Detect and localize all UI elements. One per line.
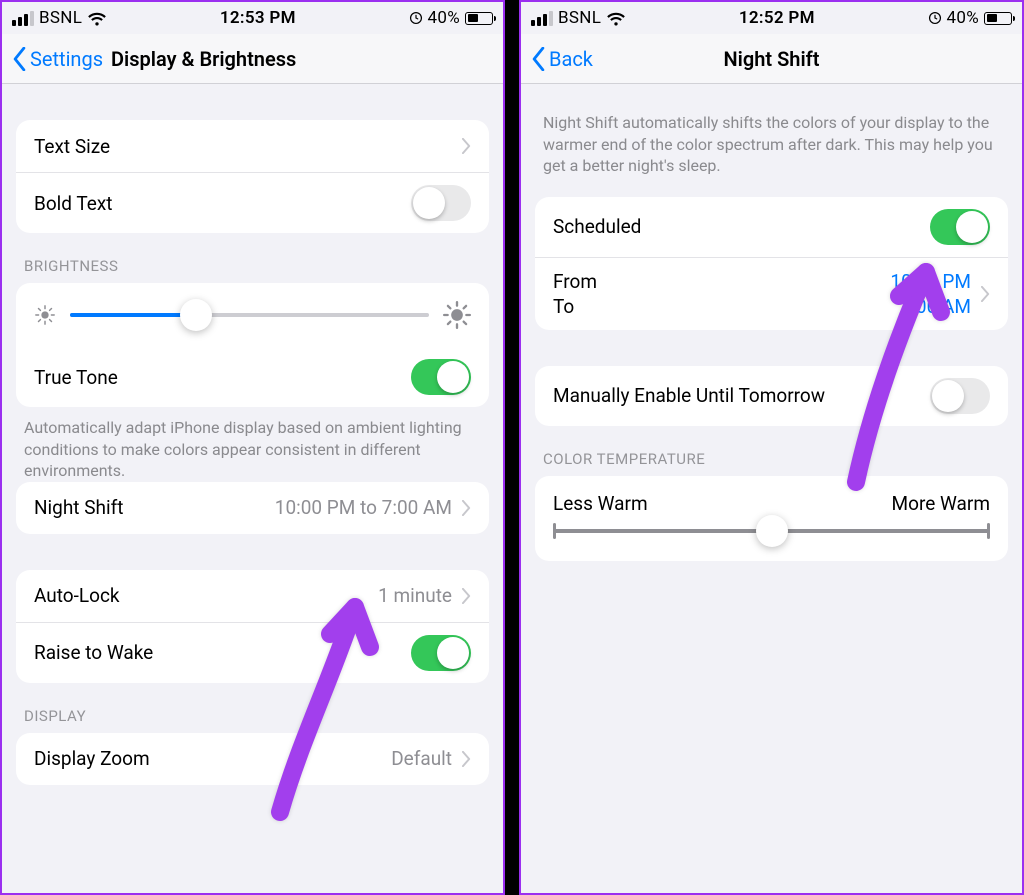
row-true-tone: True Tone	[16, 347, 489, 407]
row-bold-text: Bold Text	[16, 172, 489, 233]
row-scheduled: Scheduled	[535, 197, 1008, 257]
brightness-slider-row	[16, 283, 489, 347]
row-label: Night Shift	[34, 496, 275, 519]
row-auto-lock[interactable]: Auto-Lock 1 minute	[16, 570, 489, 622]
row-label: Text Size	[34, 135, 452, 158]
nav-bar: Back Night Shift	[521, 34, 1022, 84]
section-header-color-temp: COLOR TEMPERATURE	[521, 426, 1022, 476]
row-label: Scheduled	[553, 215, 930, 238]
section-header-brightness: BRIGHTNESS	[2, 233, 503, 283]
nav-title: Night Shift	[521, 47, 1022, 71]
row-night-shift[interactable]: Night Shift 10:00 PM to 7:00 AM	[16, 482, 489, 534]
to-value: 7:00 AM	[901, 295, 971, 318]
row-value: Default	[391, 747, 452, 770]
color-temperature-row: Less Warm More Warm	[535, 476, 1008, 561]
sun-large-icon	[443, 301, 471, 329]
sun-small-icon	[34, 304, 56, 326]
row-text-size[interactable]: Text Size	[16, 120, 489, 172]
row-label: Raise to Wake	[34, 641, 411, 664]
screenshot-night-shift: BSNL 12:52 PM 40% Back Night Shift Night…	[519, 0, 1024, 895]
chevron-right-icon	[462, 500, 471, 516]
to-label: To	[553, 295, 574, 318]
battery-pct: 40%	[428, 8, 460, 28]
from-label: From	[553, 270, 597, 293]
chevron-left-icon	[12, 47, 27, 71]
carrier-label: BSNL	[558, 8, 601, 28]
section-footer-true-tone: Automatically adapt iPhone display based…	[2, 407, 503, 482]
rotation-lock-icon	[928, 11, 942, 25]
row-manual-enable: Manually Enable Until Tomorrow	[535, 366, 1008, 426]
back-label: Settings	[30, 47, 103, 71]
signal-bars-icon	[12, 11, 34, 26]
section-header-display: DISPLAY	[2, 683, 503, 733]
from-value: 10:00 PM	[890, 270, 971, 293]
status-clock: 12:52 PM	[739, 8, 815, 28]
carrier-label: BSNL	[39, 8, 82, 28]
chevron-left-icon	[531, 47, 546, 71]
row-label: Display Zoom	[34, 747, 391, 770]
scheduled-switch[interactable]	[930, 209, 990, 245]
row-label: Manually Enable Until Tomorrow	[553, 384, 930, 407]
status-clock: 12:53 PM	[220, 8, 296, 28]
row-raise-to-wake: Raise to Wake	[16, 622, 489, 683]
settings-scroll[interactable]: Text Size Bold Text BRIGHTNESS True Tone	[2, 120, 503, 815]
row-label: Bold Text	[34, 192, 411, 215]
back-label: Back	[549, 47, 593, 71]
row-value: 10:00 PM to 7:00 AM	[275, 496, 452, 519]
status-bar: BSNL 12:53 PM 40%	[2, 2, 503, 34]
battery-pct: 40%	[947, 8, 979, 28]
raise-to-wake-switch[interactable]	[411, 635, 471, 671]
row-label: Auto-Lock	[34, 584, 378, 607]
rotation-lock-icon	[409, 11, 423, 25]
bold-text-switch[interactable]	[411, 185, 471, 221]
back-button[interactable]: Back	[531, 47, 593, 71]
less-warm-label: Less Warm	[553, 492, 648, 515]
row-label: True Tone	[34, 366, 411, 389]
battery-icon	[984, 12, 1012, 25]
row-value: 1 minute	[378, 584, 452, 607]
more-warm-label: More Warm	[892, 492, 990, 515]
brightness-slider[interactable]	[70, 313, 429, 317]
true-tone-switch[interactable]	[411, 359, 471, 395]
chevron-right-icon	[981, 286, 990, 302]
wifi-icon	[606, 11, 626, 26]
battery-icon	[465, 12, 493, 25]
chevron-right-icon	[462, 751, 471, 767]
intro-text: Night Shift automatically shifts the col…	[521, 84, 1022, 177]
wifi-icon	[87, 11, 107, 26]
manual-enable-switch[interactable]	[930, 378, 990, 414]
nav-title: Display & Brightness	[111, 47, 493, 71]
nav-bar: Settings Display & Brightness	[2, 34, 503, 84]
row-display-zoom[interactable]: Display Zoom Default	[16, 733, 489, 785]
signal-bars-icon	[531, 11, 553, 26]
row-schedule-times[interactable]: From 10:00 PM To 7:00 AM	[535, 257, 1008, 330]
settings-scroll[interactable]: Night Shift automatically shifts the col…	[521, 84, 1022, 591]
chevron-right-icon	[462, 588, 471, 604]
back-button[interactable]: Settings	[12, 47, 103, 71]
status-bar: BSNL 12:52 PM 40%	[521, 2, 1022, 34]
screenshot-display-brightness: BSNL 12:53 PM 40% Settings Display & Bri…	[0, 0, 505, 895]
chevron-right-icon	[462, 138, 471, 154]
color-temperature-slider[interactable]	[553, 529, 990, 533]
